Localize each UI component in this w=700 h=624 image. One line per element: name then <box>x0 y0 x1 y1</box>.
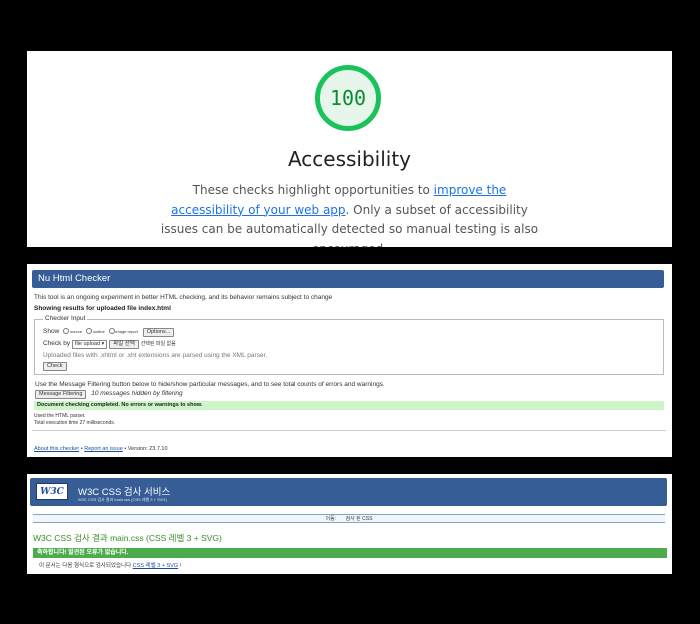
check-by-value: file upload <box>74 341 100 347</box>
parser-note: Used the HTML parser. <box>34 413 86 419</box>
css-level-link[interactable]: CSS 레벨 3 + SVG <box>133 563 178 569</box>
checker-input-fieldset: Checker Input Show source outline image … <box>34 315 664 375</box>
score-value: 100 <box>329 86 367 110</box>
source-option-label: source <box>70 329 83 334</box>
score-gauge: 100 <box>315 65 381 131</box>
source-checkbox[interactable] <box>63 328 70 335</box>
success-message: Document checking completed. No errors o… <box>34 401 664 410</box>
showing-results-heading: Showing results for uploaded file index.… <box>34 305 171 312</box>
validated-css-link[interactable]: 검사 된 CSS <box>346 516 373 522</box>
lighthouse-accessibility-panel: 100 Accessibility These checks highlight… <box>27 51 672 247</box>
checker-input-legend: Checker Input <box>43 315 88 322</box>
options-button[interactable]: Options... <box>142 328 175 337</box>
category-title: Accessibility <box>287 147 412 171</box>
jump-label: 이동: <box>325 516 337 522</box>
execution-time-note: Total execution time 27 milliseconds. <box>34 420 116 426</box>
success-banner: 축하합니다! 발견된 오류가 없습니다. <box>33 548 667 558</box>
footer-separator: • <box>80 446 83 452</box>
show-row: Show source outline image report Options… <box>43 328 175 337</box>
image-report-checkbox[interactable] <box>108 328 115 335</box>
outline-option-label: outline <box>92 329 105 334</box>
intro-text: This tool is an ongoing experiment in be… <box>34 294 333 301</box>
file-status-text: 선택된 파일 없음 <box>140 341 176 347</box>
check-button[interactable]: Check <box>43 362 67 371</box>
validator-subtitle: W3C CSS 검사 결과 main.css (CSS 레벨 3 + SVG) <box>78 497 167 502</box>
footer-divider <box>32 430 666 431</box>
detail-end: ! <box>178 563 182 569</box>
message-filtering-button[interactable]: Message Filtering <box>35 390 87 399</box>
choose-file-button[interactable]: 파일 선택 <box>109 340 139 349</box>
show-label: Show <box>43 328 60 335</box>
version-text: Version: 23.7.10 <box>127 446 168 452</box>
hidden-messages-note: 10 messages hidden by filtering <box>91 390 183 397</box>
about-checker-link[interactable]: About this checker <box>34 446 79 452</box>
upload-note: Uploaded files with .xhtml or .xht exten… <box>43 352 268 359</box>
report-issue-link[interactable]: Report an issue <box>84 446 123 452</box>
description-text-start: These checks highlight opportunities to <box>192 183 434 197</box>
nu-html-checker-panel: Nu Html Checker This tool is an ongoing … <box>27 264 672 457</box>
jump-nav: 이동: 검사 된 CSS <box>33 514 665 523</box>
check-by-label: Check by <box>43 340 71 347</box>
validator-title: W3C CSS 검사 서비스 <box>78 487 171 498</box>
checker-header: Nu Html Checker <box>32 270 664 288</box>
check-by-select[interactable]: file upload ▾ <box>71 340 108 349</box>
validator-header: W3C W3C CSS 검사 서비스 W3C CSS 검사 결과 main.cs… <box>30 478 667 506</box>
chevron-down-icon: ▾ <box>101 341 105 347</box>
detail-text: 이 문서는 다음 형식으로 검사되었습니다 <box>39 563 133 569</box>
check-by-row: Check by file upload ▾ 파일 선택 선택된 파일 없음 <box>43 340 176 349</box>
filter-row: Message Filtering 10 messages hidden by … <box>35 390 183 399</box>
footer-separator: • <box>124 446 127 452</box>
results-title: W3C CSS 검사 결과 main.css (CSS 레벨 3 + SVG) <box>33 533 222 543</box>
category-description: These checks highlight opportunities to … <box>157 181 542 247</box>
checker-footer: About this checker • Report an issue • V… <box>34 446 168 452</box>
outline-checkbox[interactable] <box>85 328 92 335</box>
validation-detail: 이 문서는 다음 형식으로 검사되었습니다 CSS 레벨 3 + SVG ! <box>39 561 181 569</box>
w3c-css-validator-panel: W3C W3C CSS 검사 서비스 W3C CSS 검사 결과 main.cs… <box>27 474 672 574</box>
image-report-option-label: image report <box>115 329 138 334</box>
w3c-logo[interactable]: W3C <box>36 483 68 500</box>
filter-note: Use the Message Filtering button below t… <box>35 381 385 388</box>
